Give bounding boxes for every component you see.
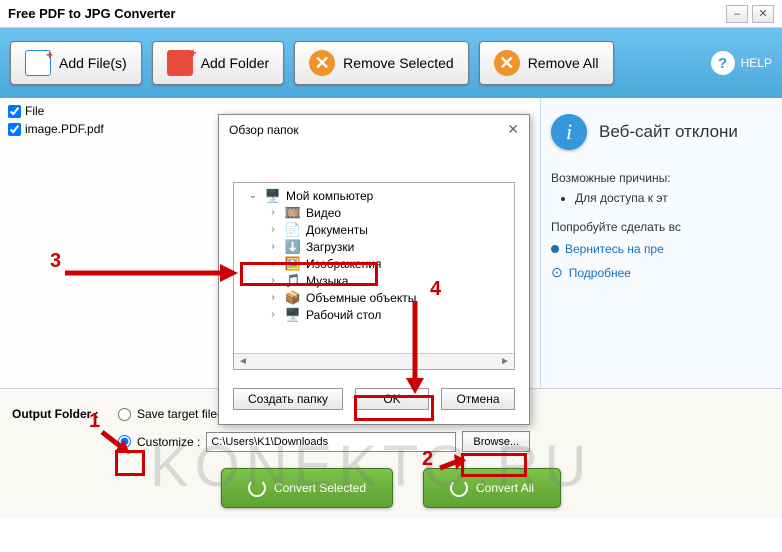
more-link[interactable]: ⊙ Подробнее — [551, 264, 772, 281]
annotation-2: 2 — [422, 448, 433, 471]
add-file-button[interactable]: Add File(s) — [10, 41, 142, 85]
reasons-label: Возможные причины: — [551, 171, 671, 185]
tree-node[interactable]: ›🎞️Видео — [234, 204, 514, 221]
file-column-header: File — [25, 104, 44, 118]
more-label: Подробнее — [569, 266, 631, 280]
chevron-down-icon: ⊙ — [551, 264, 563, 281]
remove-icon: ✕ — [309, 50, 335, 76]
main-toolbar: Add File(s) Add Folder ✕ Remove Selected… — [0, 28, 782, 98]
file-name: image.PDF.pdf — [25, 122, 104, 136]
info-header: i Веб-сайт отклони — [551, 114, 772, 150]
remove-selected-label: Remove Selected — [343, 55, 454, 71]
annotation-1: 1 — [89, 410, 100, 433]
tree-label: Загрузки — [306, 240, 354, 254]
annotation-box-1 — [115, 450, 145, 476]
cancel-button[interactable]: Отмена — [441, 388, 515, 410]
info-icon: i — [551, 114, 587, 150]
add-folder-button[interactable]: Add Folder — [152, 41, 284, 85]
file-icon — [25, 50, 51, 76]
remove-all-button[interactable]: ✕ Remove All — [479, 41, 614, 85]
tree-label: Видео — [306, 206, 341, 220]
window-title: Free PDF to JPG Converter — [8, 6, 722, 21]
close-button[interactable]: ✕ — [752, 5, 774, 23]
bullet-icon — [551, 245, 559, 253]
add-folder-label: Add Folder — [201, 55, 269, 71]
select-all-checkbox[interactable] — [8, 105, 21, 118]
reasons-block: Возможные причины: Для доступа к эт — [551, 170, 772, 205]
info-panel: i Веб-сайт отклони Возможные причины: Дл… — [540, 98, 782, 388]
3d-icon: 📦 — [284, 290, 302, 305]
info-title: Веб-сайт отклони — [599, 122, 738, 142]
create-folder-button[interactable]: Создать папку — [233, 388, 343, 410]
customize-radio[interactable] — [118, 435, 131, 448]
reason-item: Для доступа к эт — [575, 191, 772, 205]
tree-node[interactable]: ›📄Документы — [234, 221, 514, 238]
desktop-icon: 🖥️ — [284, 307, 302, 322]
add-file-label: Add File(s) — [59, 55, 127, 71]
video-icon: 🎞️ — [284, 205, 302, 220]
tree-node[interactable]: ›📦Объемные объекты — [234, 289, 514, 306]
try-label: Попробуйте сделать вс — [551, 220, 681, 234]
annotation-4: 4 — [430, 278, 441, 301]
annotation-3: 3 — [50, 250, 61, 273]
tree-node-root[interactable]: ⌄ 🖥️ Мой компьютер — [234, 187, 514, 204]
tree-label: Рабочий стол — [306, 308, 381, 322]
folder-icon — [167, 50, 193, 76]
file-checkbox[interactable] — [8, 123, 21, 136]
dialog-close-button[interactable]: ✕ — [507, 121, 519, 138]
dialog-titlebar: Обзор папок ✕ — [219, 115, 529, 144]
help-icon: ? — [711, 51, 735, 75]
remove-all-icon: ✕ — [494, 50, 520, 76]
documents-icon: 📄 — [284, 222, 302, 237]
titlebar: Free PDF to JPG Converter – ✕ — [0, 0, 782, 28]
expand-icon[interactable]: ⌄ — [246, 190, 260, 201]
dialog-title: Обзор папок — [229, 123, 299, 137]
computer-icon: 🖥️ — [264, 188, 282, 203]
scrollbar[interactable]: ◄► — [234, 353, 514, 369]
tree-label: Документы — [306, 223, 368, 237]
tree-label: Мой компьютер — [286, 189, 373, 203]
try-link[interactable]: Вернитесь на пре — [551, 242, 772, 256]
remove-all-label: Remove All — [528, 55, 599, 71]
minimize-button[interactable]: – — [726, 5, 748, 23]
tree-node-selected[interactable]: ›⬇️Загрузки — [234, 238, 514, 255]
try-item: Вернитесь на пре — [565, 242, 664, 256]
annotation-box-4 — [354, 395, 434, 421]
annotation-box-2 — [461, 453, 527, 477]
help-label: HELP — [741, 56, 772, 70]
try-block: Попробуйте сделать вс Вернитесь на пре ⊙… — [551, 219, 772, 281]
annotation-box-3 — [240, 262, 378, 286]
downloads-icon: ⬇️ — [284, 239, 302, 254]
help-button[interactable]: ? HELP — [711, 51, 772, 75]
source-folder-radio[interactable] — [118, 408, 131, 421]
tree-node[interactable]: ›🖥️Рабочий стол — [234, 306, 514, 323]
remove-selected-button[interactable]: ✕ Remove Selected — [294, 41, 469, 85]
tree-label: Объемные объекты — [306, 291, 416, 305]
